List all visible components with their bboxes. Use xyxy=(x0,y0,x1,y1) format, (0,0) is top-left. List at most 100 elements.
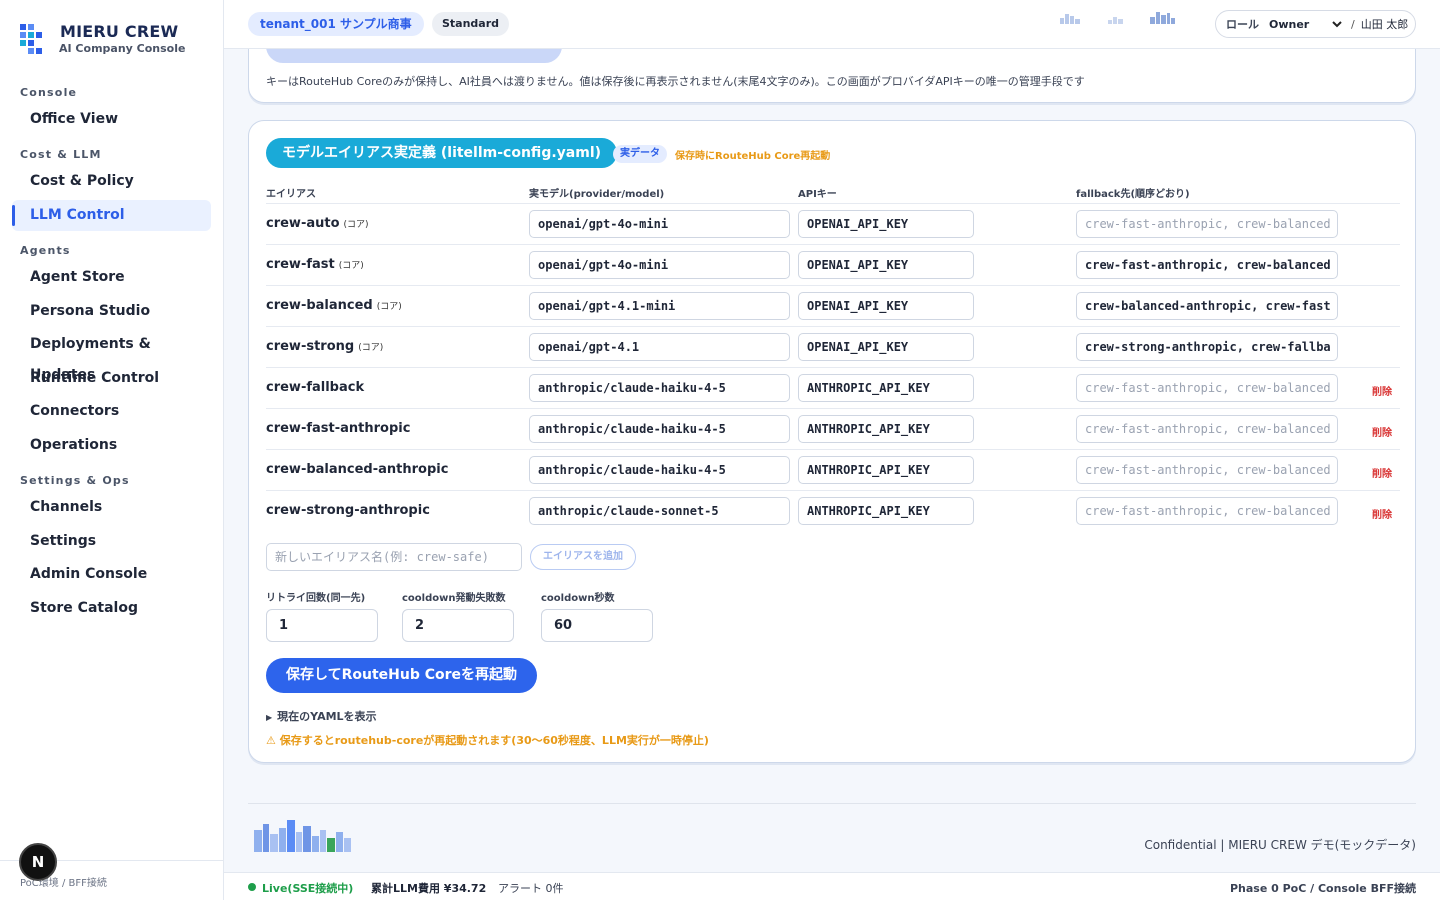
api-key-input[interactable]: ANTHROPIC_API_KEY xyxy=(798,456,974,484)
model-input[interactable]: anthropic/claude-haiku-4-5 xyxy=(529,374,790,402)
show-yaml-toggle[interactable]: ▶ 現在のYAMLを表示 xyxy=(266,708,377,724)
dev-tools-badge[interactable]: N xyxy=(19,843,57,881)
role-label: ロール xyxy=(1226,18,1259,31)
office-skyline-icon xyxy=(1150,12,1175,24)
live-status: Live(SSE接続中) xyxy=(262,882,354,895)
api-key-input[interactable]: OPENAI_API_KEY xyxy=(798,210,974,238)
role-value[interactable]: Owner xyxy=(1269,18,1329,31)
table-row: crew-strong-anthropic anthropic/claude-so… xyxy=(266,490,1400,531)
alert-count[interactable]: アラート 0件 xyxy=(498,880,564,896)
api-key-input[interactable]: ANTHROPIC_API_KEY xyxy=(798,374,974,402)
new-alias-input[interactable]: 新しいエイリアス名(例: crew-safe) xyxy=(266,543,522,571)
fallback-input[interactable]: crew-fast-anthropic, crew-balanced xyxy=(1076,251,1338,279)
core-tag: (コア) xyxy=(376,302,402,312)
cooldown-fail-label: cooldown発動失敗数 xyxy=(402,593,506,604)
model-input[interactable]: anthropic/claude-sonnet-5 xyxy=(529,497,790,525)
column-header-alias: エイリアス xyxy=(266,189,316,200)
model-input[interactable]: openai/gpt-4o-mini xyxy=(529,210,790,238)
plan-badge: Standard xyxy=(432,12,510,36)
brand[interactable]: MIERU CREW AI Company Console xyxy=(20,22,185,56)
sidebar-item-connectors[interactable]: Connectors xyxy=(12,396,211,427)
sidebar-item-office-view[interactable]: Office View xyxy=(12,104,211,135)
column-header-model: 実モデル(provider/model) xyxy=(529,189,665,200)
add-alias-button[interactable]: エイリアスを追加 xyxy=(530,544,636,570)
sidebar-item-runtime-control[interactable]: Runtime Control xyxy=(12,363,211,394)
model-input[interactable]: anthropic/claude-haiku-4-5 xyxy=(529,415,790,443)
api-key-input[interactable]: OPENAI_API_KEY xyxy=(798,251,974,279)
table-row: crew-balanced-anthropic anthropic/claude-… xyxy=(266,449,1400,490)
alias-name: crew-strong (コア) xyxy=(266,339,383,354)
fallback-input[interactable]: crew-fast-anthropic, crew-balanced xyxy=(1076,497,1338,525)
model-input[interactable]: openai/gpt-4o-mini xyxy=(529,251,790,279)
sidebar-item-store-catalog[interactable]: Store Catalog xyxy=(12,593,211,624)
api-key-input[interactable]: OPENAI_API_KEY xyxy=(798,333,974,361)
footer-divider xyxy=(248,803,1416,804)
alias-name: crew-balanced-anthropic xyxy=(266,462,448,477)
sidebar-item-settings[interactable]: Settings xyxy=(12,526,211,557)
fallback-input[interactable]: crew-fast-anthropic, crew-balanced xyxy=(1076,456,1338,484)
sidebar: MIERU CREW AI Company Console Console Of… xyxy=(0,0,224,900)
retry-label: リトライ回数(同一先) xyxy=(266,593,366,604)
restart-notice: 保存時にRouteHub Core再起動 xyxy=(675,151,831,162)
restart-warning: ⚠ 保存するとroutehub-coreが再起動されます(30〜60秒程度、LL… xyxy=(266,734,709,747)
sidebar-item-channels[interactable]: Channels xyxy=(12,492,211,523)
tenant-selector[interactable]: tenant_001 サンプル商事 xyxy=(248,12,424,36)
real-data-badge: 実データ xyxy=(613,145,667,163)
sidebar-item-deployments[interactable]: Deployments & Updates xyxy=(12,329,211,383)
api-key-input[interactable]: OPENAI_API_KEY xyxy=(798,292,974,320)
delete-alias-button[interactable]: 削除 xyxy=(1372,506,1392,521)
retry-input[interactable]: 1 xyxy=(266,609,378,642)
fallback-input[interactable]: crew-fast-anthropic, crew-balanced xyxy=(1076,415,1338,443)
model-input[interactable]: openai/gpt-4.1-mini xyxy=(529,292,790,320)
sidebar-item-llm-control[interactable]: LLM Control xyxy=(12,200,211,231)
save-restart-button[interactable]: 保存してRouteHub Coreを再起動 xyxy=(266,658,538,693)
role-separator: / xyxy=(1351,17,1355,31)
city-illustration-icon xyxy=(254,820,351,852)
alias-label: crew-balanced-anthropic xyxy=(266,462,449,477)
alias-label: crew-fallback xyxy=(266,380,365,395)
table-row: crew-fast (コア) openai/gpt-4o-mini OPENAI_AP… xyxy=(266,244,1400,285)
core-tag: (コア) xyxy=(358,343,384,353)
table-row: crew-balanced (コア) openai/gpt-4.1-mini OPEN… xyxy=(266,285,1400,326)
delete-alias-button[interactable]: 削除 xyxy=(1372,424,1392,439)
section-title: モデルエイリアス実定義 (litellm-config.yaml) xyxy=(266,138,618,168)
chevron-down-icon[interactable] xyxy=(1331,18,1343,30)
alias-label: crew-balanced xyxy=(266,298,373,313)
column-header-api-key: APIキー xyxy=(798,189,837,200)
model-input[interactable]: openai/gpt-4.1 xyxy=(529,333,790,361)
sidebar-item-agent-store[interactable]: Agent Store xyxy=(12,262,211,293)
alias-label: crew-strong xyxy=(266,339,355,354)
nav-section-settings-ops: Settings & Ops xyxy=(20,474,130,487)
alias-label: crew-fast xyxy=(266,257,335,272)
city-skyline-icon xyxy=(1060,14,1080,24)
core-tag: (コア) xyxy=(343,220,369,230)
sidebar-item-persona-studio[interactable]: Persona Studio xyxy=(12,296,211,327)
fallback-input[interactable]: crew-balanced-anthropic, crew-fast xyxy=(1076,292,1338,320)
brand-title: MIERU CREW xyxy=(60,22,179,41)
fallback-input[interactable]: crew-strong-anthropic, crew-fallba xyxy=(1076,333,1338,361)
top-header: tenant_001 サンプル商事 Standard ロール Owner / 山… xyxy=(224,0,1440,49)
table-row: crew-auto (コア) openai/gpt-4o-mini OPENAI_AP… xyxy=(266,203,1400,244)
sidebar-item-operations[interactable]: Operations xyxy=(12,430,211,461)
alias-name: crew-auto (コア) xyxy=(266,216,369,231)
current-user: 山田 太郎 xyxy=(1360,18,1409,31)
footer-confidential: Confidential | MIERU CREW デモ(モックデータ) xyxy=(1144,838,1416,852)
fallback-input[interactable]: crew-fast-anthropic, crew-balanced xyxy=(1076,210,1338,238)
api-key-input[interactable]: ANTHROPIC_API_KEY xyxy=(798,415,974,443)
column-header-fallback: fallback先(順序どおり) xyxy=(1076,189,1190,200)
model-input[interactable]: anthropic/claude-haiku-4-5 xyxy=(529,456,790,484)
role-selector[interactable]: ロール Owner / 山田 太郎 xyxy=(1215,10,1416,38)
cooldown-fail-input[interactable]: 2 xyxy=(402,609,514,642)
sidebar-item-cost-policy[interactable]: Cost & Policy xyxy=(12,166,211,197)
cooldown-seconds-input[interactable]: 60 xyxy=(541,609,653,642)
delete-alias-button[interactable]: 削除 xyxy=(1372,383,1392,398)
api-key-input[interactable]: ANTHROPIC_API_KEY xyxy=(798,497,974,525)
fallback-input[interactable]: crew-fast-anthropic, crew-balanced xyxy=(1076,374,1338,402)
alias-label: crew-strong-anthropic xyxy=(266,503,430,518)
brand-subtitle: AI Company Console xyxy=(59,42,186,55)
nav-section-console: Console xyxy=(20,86,78,99)
alias-label: crew-auto xyxy=(266,216,340,231)
delete-alias-button[interactable]: 削除 xyxy=(1372,465,1392,480)
phase-label: Phase 0 PoC / Console BFF接続 xyxy=(1229,882,1416,895)
sidebar-item-admin-console[interactable]: Admin Console xyxy=(12,559,211,590)
